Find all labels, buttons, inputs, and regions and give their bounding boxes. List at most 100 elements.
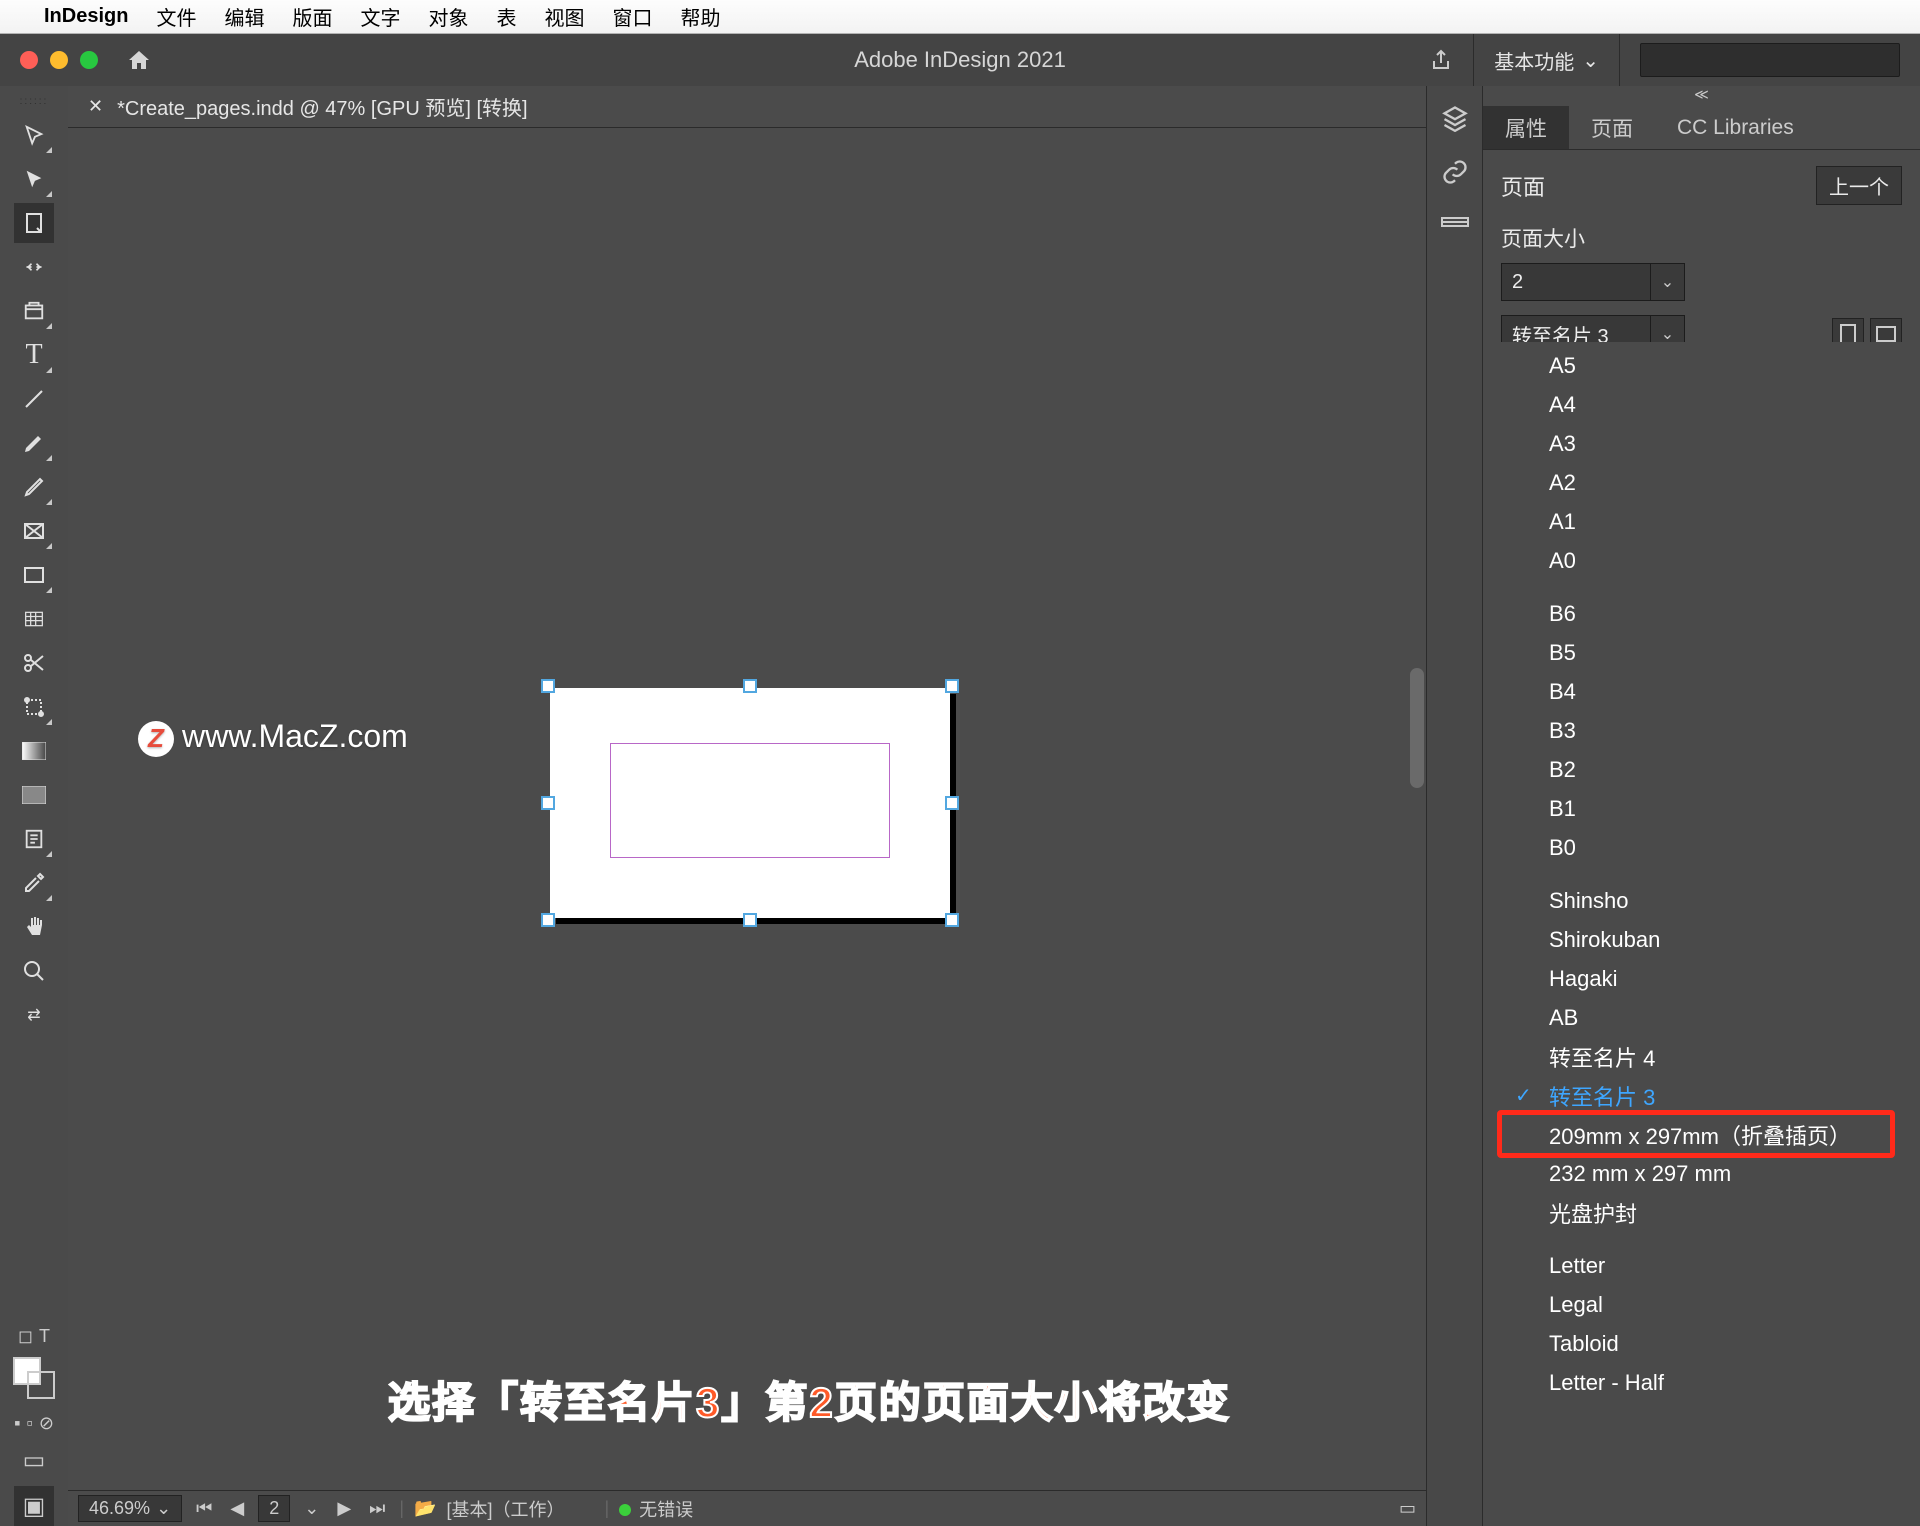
pencil-tool[interactable]: [14, 467, 54, 507]
format-container-icon[interactable]: ◻: [18, 1326, 33, 1347]
next-page-button[interactable]: ▶: [333, 1498, 355, 1519]
scissors-tool[interactable]: [14, 643, 54, 683]
view-toggle-icon[interactable]: ▭: [1399, 1498, 1416, 1519]
dropdown-item[interactable]: Letter - Half: [1501, 1363, 1902, 1402]
selection-tool[interactable]: [14, 115, 54, 155]
dropdown-item[interactable]: Legal: [1501, 1285, 1902, 1324]
window-minimize-button[interactable]: [50, 51, 68, 69]
dropdown-item[interactable]: A5: [1501, 346, 1902, 385]
previous-button[interactable]: 上一个: [1816, 166, 1902, 205]
dropdown-item[interactable]: 光盘护封: [1501, 1193, 1902, 1232]
open-icon[interactable]: 📂: [414, 1498, 436, 1519]
dropdown-item[interactable]: B1: [1501, 789, 1902, 828]
dropdown-item[interactable]: Shirokuban: [1501, 920, 1902, 959]
layers-panel-icon[interactable]: [1441, 104, 1469, 132]
window-zoom-button[interactable]: [80, 51, 98, 69]
gap-tool[interactable]: [14, 247, 54, 287]
normal-mode-button[interactable]: ▭: [14, 1440, 54, 1480]
app-menu[interactable]: InDesign: [44, 5, 128, 28]
menu-edit[interactable]: 编辑: [224, 2, 264, 31]
menu-help[interactable]: 帮助: [680, 2, 720, 31]
page-field[interactable]: 2: [258, 1495, 290, 1522]
direct-selection-tool[interactable]: [14, 159, 54, 199]
zoom-field[interactable]: 46.69%⌄: [78, 1495, 182, 1522]
hand-tool[interactable]: [14, 907, 54, 947]
page-dropdown-button[interactable]: ⌄: [300, 1498, 323, 1519]
vertical-scrollbar[interactable]: [1410, 668, 1424, 788]
dropdown-item[interactable]: A2: [1501, 463, 1902, 502]
apply-none-icon[interactable]: ⊘: [39, 1413, 54, 1434]
stroke-panel-icon[interactable]: [1440, 212, 1470, 232]
first-page-button[interactable]: ⏮: [192, 1498, 216, 1519]
dropdown-item[interactable]: A0: [1501, 541, 1902, 580]
zoom-tool[interactable]: [14, 951, 54, 991]
dropdown-item[interactable]: B3: [1501, 711, 1902, 750]
fill-stroke-swatches[interactable]: [13, 1357, 55, 1399]
preflight-status[interactable]: 无错误: [619, 1496, 693, 1522]
apply-color-icon[interactable]: ▪: [14, 1413, 20, 1434]
menu-file[interactable]: 文件: [156, 2, 196, 31]
dropdown-item[interactable]: 232 mm x 297 mm: [1501, 1154, 1902, 1193]
menu-view[interactable]: 视图: [544, 2, 584, 31]
dropdown-item[interactable]: A1: [1501, 502, 1902, 541]
canvas[interactable]: Zwww.MacZ.com 选择「转至名片3」第2页的页面大小将改变: [68, 128, 1426, 1490]
line-tool[interactable]: [14, 379, 54, 419]
resize-handle[interactable]: [945, 913, 959, 927]
dropdown-item[interactable]: B4: [1501, 672, 1902, 711]
dropdown-item[interactable]: B5: [1501, 633, 1902, 672]
rectangle-frame-tool[interactable]: [14, 511, 54, 551]
resize-handle[interactable]: [541, 679, 555, 693]
dropdown-item[interactable]: 转至名片 4: [1501, 1037, 1902, 1076]
apply-gradient-icon[interactable]: ▫: [26, 1413, 32, 1434]
share-icon[interactable]: [1429, 48, 1453, 72]
format-text-icon[interactable]: T: [39, 1326, 50, 1347]
type-tool[interactable]: T: [14, 335, 54, 375]
gradient-swatch-tool[interactable]: [14, 731, 54, 771]
dropdown-item[interactable]: AB: [1501, 998, 1902, 1037]
links-panel-icon[interactable]: [1441, 158, 1469, 186]
dropdown-item[interactable]: ✓转至名片 3: [1501, 1076, 1902, 1115]
gradient-feather-tool[interactable]: [14, 775, 54, 815]
dropdown-item[interactable]: A3: [1501, 424, 1902, 463]
dropdown-item[interactable]: Letter: [1501, 1246, 1902, 1285]
resize-handle[interactable]: [945, 796, 959, 810]
window-close-button[interactable]: [20, 51, 38, 69]
tab-cc-libraries[interactable]: CC Libraries: [1655, 106, 1816, 149]
grid-tool[interactable]: [14, 599, 54, 639]
prev-page-button[interactable]: ◀: [226, 1498, 248, 1519]
panel-collapse-button[interactable]: ≪: [1483, 86, 1920, 106]
close-tab-icon[interactable]: ✕: [88, 96, 103, 117]
content-collector-tool[interactable]: [14, 291, 54, 331]
resize-handle[interactable]: [541, 796, 555, 810]
last-page-button[interactable]: ⏭: [365, 1498, 389, 1519]
fill-stroke-toggle[interactable]: ⇄: [14, 995, 54, 1035]
rectangle-tool[interactable]: [14, 555, 54, 595]
dropdown-item[interactable]: B0: [1501, 828, 1902, 867]
resize-handle[interactable]: [743, 679, 757, 693]
free-transform-tool[interactable]: [14, 687, 54, 727]
page-artboard[interactable]: [550, 688, 950, 918]
menu-window[interactable]: 窗口: [612, 2, 652, 31]
dropdown-item[interactable]: B6: [1501, 594, 1902, 633]
home-icon[interactable]: [126, 48, 152, 72]
tab-properties[interactable]: 属性: [1483, 106, 1569, 149]
menu-object[interactable]: 对象: [428, 2, 468, 31]
dropdown-item[interactable]: 209mm x 297mm（折叠插页）: [1501, 1115, 1902, 1154]
page-tool[interactable]: [14, 203, 54, 243]
preview-mode-button[interactable]: ▣: [14, 1486, 54, 1526]
menu-type[interactable]: 文字: [360, 2, 400, 31]
search-input[interactable]: [1640, 43, 1900, 77]
menu-layout[interactable]: 版面: [292, 2, 332, 31]
panel-grip[interactable]: ::::::: [20, 96, 49, 107]
resize-handle[interactable]: [541, 913, 555, 927]
note-tool[interactable]: [14, 819, 54, 859]
chevron-down-icon[interactable]: ⌄: [1651, 263, 1685, 301]
resize-handle[interactable]: [743, 913, 757, 927]
dropdown-item[interactable]: Tabloid: [1501, 1324, 1902, 1363]
workspace-dropdown[interactable]: 基本功能 ⌄: [1473, 34, 1620, 86]
document-tab[interactable]: ✕ *Create_pages.indd @ 47% [GPU 预览] [转换]: [68, 86, 1426, 128]
resize-handle[interactable]: [945, 679, 959, 693]
pen-tool[interactable]: [14, 423, 54, 463]
tab-pages[interactable]: 页面: [1569, 106, 1655, 149]
dropdown-item[interactable]: A4: [1501, 385, 1902, 424]
